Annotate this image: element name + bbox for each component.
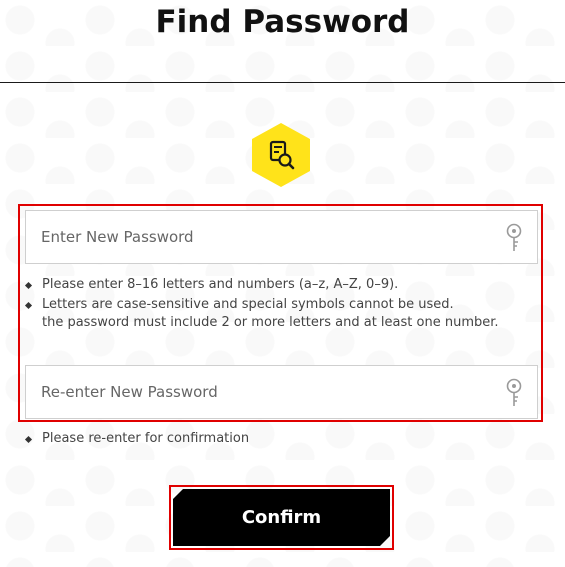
password-requirements: Please enter 8–16 letters and numbers (a… [24,276,536,334]
requirement-item: Letters are case-sensitive and special s… [24,296,536,332]
new-password-input[interactable] [26,211,486,263]
confirm-password-field[interactable] [25,365,538,419]
requirement-text: Please enter 8–16 letters and numbers (a… [42,277,399,292]
key-icon [506,378,522,406]
bullet-icon [24,301,33,310]
confirm-button[interactable]: Confirm [173,489,390,546]
requirement-text: Letters are case-sensitive and special s… [42,297,454,312]
title-divider [0,82,565,83]
requirement-item: Please enter 8–16 letters and numbers (a… [24,276,536,294]
bullet-icon [24,281,33,290]
new-password-field[interactable] [25,210,538,264]
confirm-hint: Please re-enter for confirmation [24,430,250,448]
confirm-hint-text: Please re-enter for confirmation [42,431,250,446]
bullet-icon [24,435,33,444]
page-title: Find Password [155,4,410,40]
search-document-badge [249,122,313,188]
key-icon [506,223,522,251]
search-document-icon [252,123,310,187]
requirement-text: the password must include 2 or more lett… [42,315,499,330]
confirm-password-input[interactable] [26,366,486,418]
